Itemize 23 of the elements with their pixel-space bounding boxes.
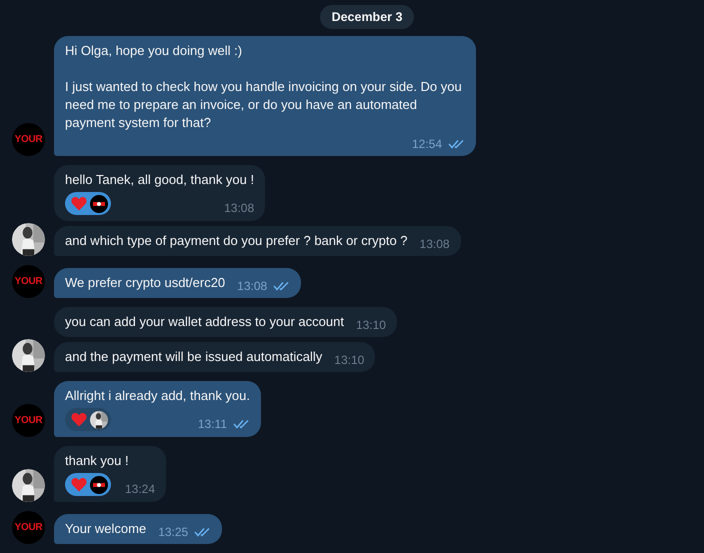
message-time: 13:24 — [125, 481, 156, 498]
message-text: and the payment will be issued automatically — [65, 348, 322, 366]
logo-avatar[interactable]: YOUR — [12, 265, 45, 298]
message-time: 13:10 — [356, 317, 386, 334]
date-badge: December 3 — [320, 5, 414, 29]
message-text: Your welcome — [65, 520, 146, 538]
message-text: Allright i already add, thank you. — [65, 387, 250, 405]
message-text: Hi Olga, hope you doing well :) I just wanted to check how you handle invoicing on your side. Do you need me to prepare an invoice, or do you have an automated payment system for that? — [65, 42, 463, 132]
message-time: 13:10 — [334, 352, 364, 369]
logo-avatar[interactable]: YOUR — [12, 404, 45, 437]
message-text: and which type of payment do you prefer ? bank or crypto ? — [65, 232, 408, 250]
message-text: hello Tanek, all good, thank you ! — [65, 171, 254, 189]
message-time: 13:08 — [420, 236, 450, 253]
message-text: you can add your wallet address to your account — [65, 313, 344, 331]
message-time: 13:08 — [237, 278, 268, 295]
message-text: thank you ! — [65, 452, 130, 470]
message-time: 12:54 — [412, 136, 442, 153]
message-time: 13:11 — [198, 416, 227, 433]
logo-avatar[interactable]: YOUR — [12, 511, 45, 544]
message-time: 13:08 — [224, 200, 254, 217]
message-text: We prefer crypto usdt/erc20 — [65, 274, 226, 292]
message-time: 13:25 — [158, 524, 188, 541]
logo-avatar[interactable]: YOUR — [12, 123, 45, 156]
